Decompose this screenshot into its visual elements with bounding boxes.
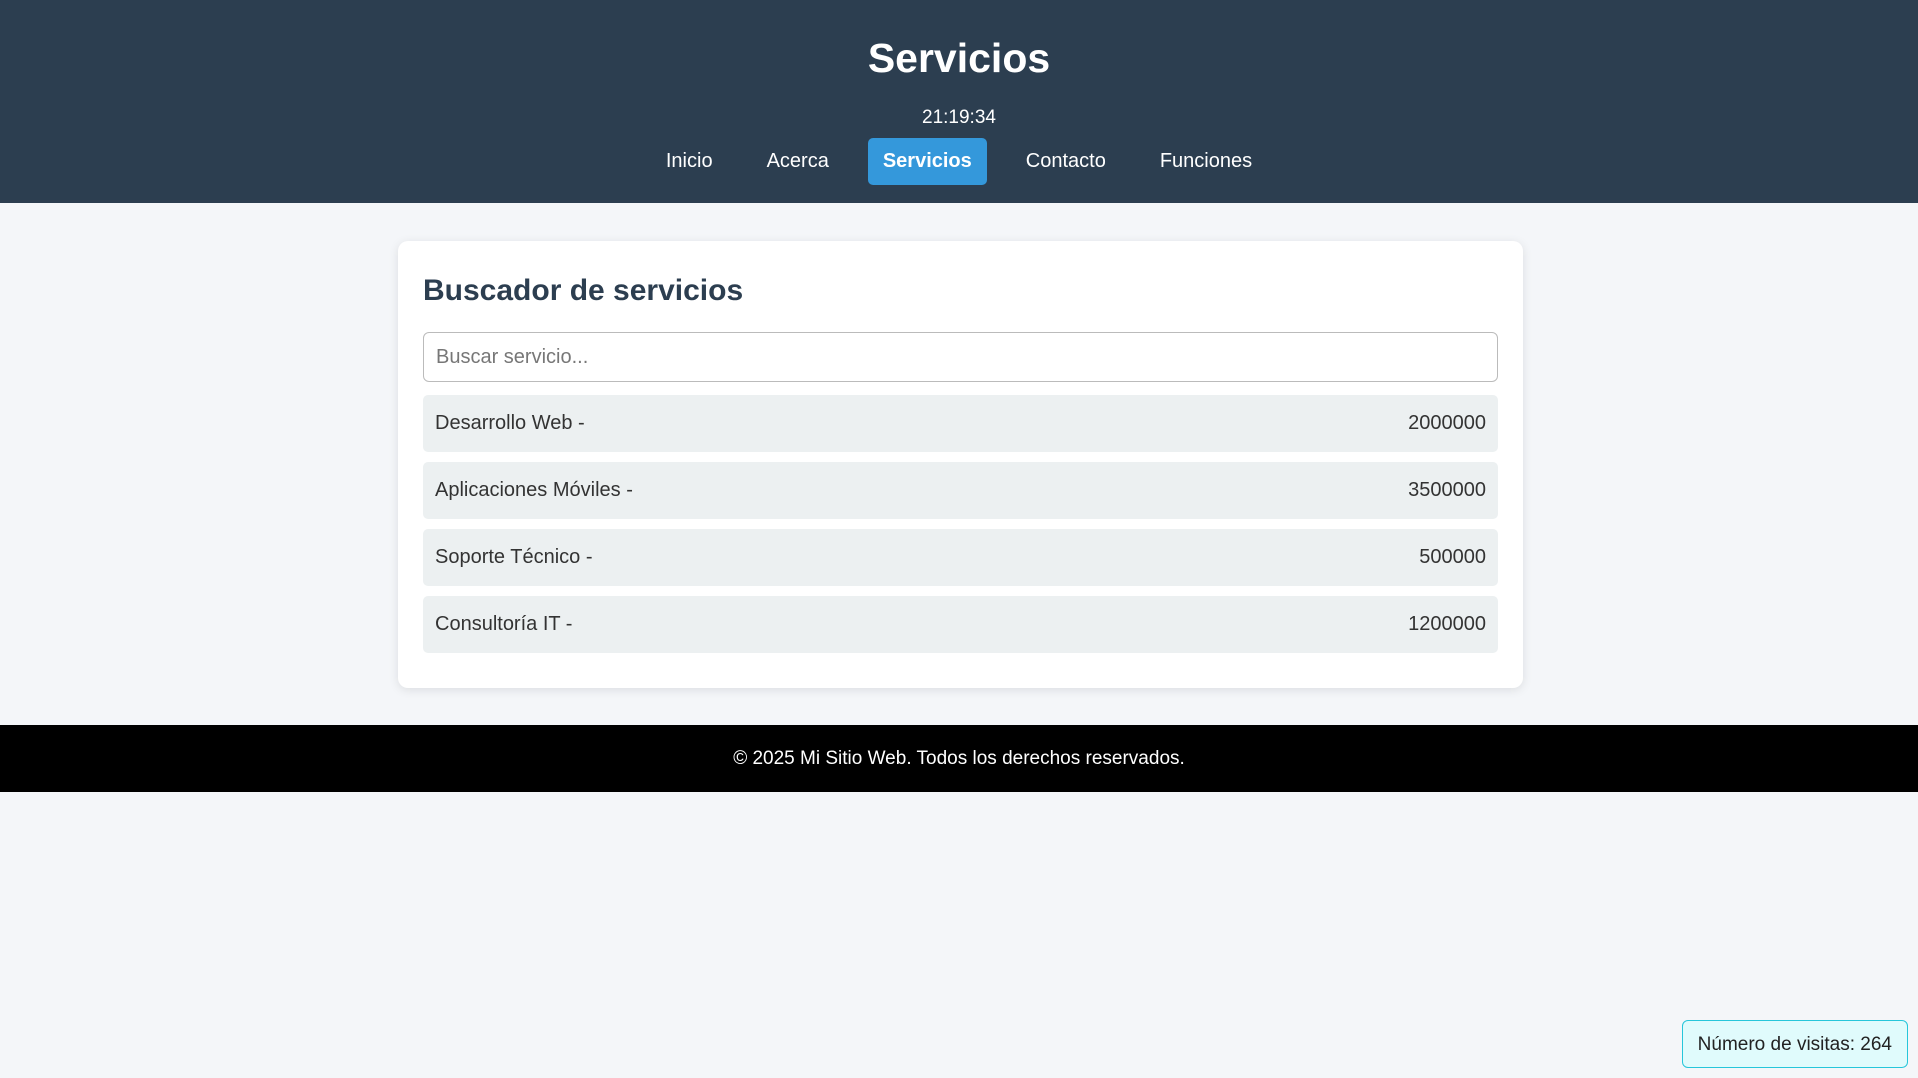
service-name: Soporte Técnico - xyxy=(435,546,593,568)
main-nav: Inicio Acerca Servicios Contacto Funcion… xyxy=(0,138,1918,185)
nav-item-inicio[interactable]: Inicio xyxy=(651,138,728,185)
section-title: Buscador de servicios xyxy=(423,274,744,307)
service-price: 1200000 xyxy=(1408,613,1486,635)
site-footer: © 2025 Mi Sitio Web. Todos los derechos … xyxy=(0,725,1918,792)
service-name: Desarrollo Web - xyxy=(435,412,585,434)
search-input[interactable] xyxy=(423,332,1498,382)
service-name: Consultoría IT - xyxy=(435,613,573,635)
list-item: Desarrollo Web - 2000000 xyxy=(423,395,1498,452)
list-item: Consultoría IT - 1200000 xyxy=(423,596,1498,653)
page-title: Servicios xyxy=(867,35,1051,81)
service-search-card: Buscador de servicios Desarrollo Web - 2… xyxy=(398,241,1523,688)
nav-item-servicios[interactable]: Servicios xyxy=(867,138,987,185)
site-header: Servicios 21:19:34 Inicio Acerca Servici… xyxy=(0,0,1918,203)
service-price: 2000000 xyxy=(1408,412,1486,434)
nav-item-funciones[interactable]: Funciones xyxy=(1145,138,1267,185)
nav-item-acerca[interactable]: Acerca xyxy=(752,138,844,185)
visit-counter-text: Número de visitas: 264 xyxy=(1697,1034,1892,1055)
clock: 21:19:34 xyxy=(922,107,996,128)
nav-item-contacto[interactable]: Contacto xyxy=(1011,138,1121,185)
list-item: Aplicaciones Móviles - 3500000 xyxy=(423,462,1498,519)
visit-counter: Número de visitas: 264 xyxy=(1681,1020,1908,1068)
footer-text: © 2025 Mi Sitio Web. Todos los derechos … xyxy=(733,748,1185,769)
service-list: Desarrollo Web - 2000000 Aplicaciones Mó… xyxy=(423,395,1498,653)
service-price: 500000 xyxy=(1419,546,1486,568)
service-name: Aplicaciones Móviles - xyxy=(435,479,633,501)
list-item: Soporte Técnico - 500000 xyxy=(423,529,1498,586)
service-price: 3500000 xyxy=(1408,479,1486,501)
